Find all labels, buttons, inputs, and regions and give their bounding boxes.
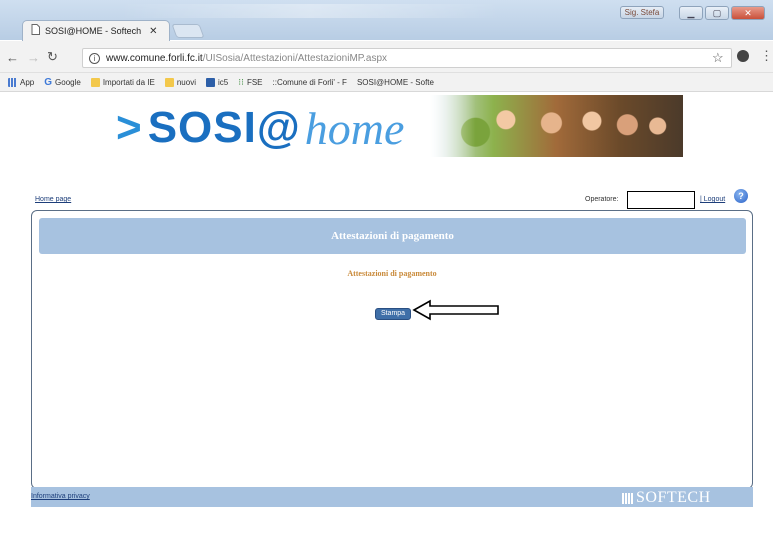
operator-label: Operatore:	[585, 196, 619, 203]
info-icon[interactable]: i	[89, 52, 100, 64]
maximize-icon[interactable]: ▢	[705, 6, 729, 20]
bookmark-comune[interactable]: ::Comune di Forli' - F	[0, 77, 347, 175]
bookmark-label: ic5	[217, 77, 229, 87]
address-bar[interactable]: i www.comune.forli.fc.it/UISosia/Attesta…	[82, 48, 732, 68]
main-panel: Attestazioni di pagamento Attestazioni d…	[31, 210, 753, 489]
pointer-arrow-icon	[412, 299, 499, 321]
bookmark-importati[interactable]: Importati da IE	[90, 77, 155, 87]
extension-icon[interactable]	[737, 50, 749, 62]
bookmark-app[interactable]: App	[8, 77, 35, 87]
bookmark-icon	[205, 77, 215, 87]
tab-close-icon[interactable]: ✕	[149, 26, 157, 37]
titlebar-glass	[120, 4, 500, 18]
home-page-link[interactable]: Home page	[35, 196, 71, 203]
logo-prefix: >	[116, 103, 142, 152]
softech-mark-icon	[622, 492, 633, 504]
window-controls: ▁ ▢ ✕	[679, 6, 765, 20]
apps-icon	[8, 77, 17, 87]
bookmark-ic5[interactable]: ic5	[205, 77, 229, 87]
bookmark-label: Importati da IE	[102, 77, 155, 87]
site-banner: > SOSI@ home	[108, 95, 683, 163]
url-path: /UISosia/Attestazioni/AttestazioniMP.asp…	[202, 52, 388, 64]
operator-name-box	[627, 191, 695, 209]
section-subtitle: Attestazioni di pagamento	[347, 269, 437, 278]
bookmark-fse[interactable]: ⁝⁝ FSE	[238, 77, 262, 88]
bookmark-sosi[interactable]: SOSI@HOME - Softe	[0, 77, 434, 175]
logo-home: home	[304, 102, 405, 154]
bookmark-label: nuovi	[176, 77, 196, 87]
logo-sosi: SOSI@	[147, 103, 301, 152]
browser-titlebar: SOSI@HOME - Softech ✕ Sig. Stefa ▁ ▢ ✕	[0, 0, 773, 41]
bookmark-label: ::Comune di Forli' - F	[272, 77, 347, 87]
bookmark-label: Google	[55, 77, 81, 87]
page-title: Attestazioni di pagamento	[331, 230, 454, 242]
panel-header: Attestazioni di pagamento	[39, 218, 746, 254]
bookmark-star-icon[interactable]: ☆	[712, 50, 724, 66]
privacy-link[interactable]: Informativa privacy	[31, 493, 90, 500]
folder-icon	[90, 77, 100, 87]
softech-logo: SOFTECH	[622, 489, 711, 507]
reload-icon[interactable]: ↻	[47, 49, 58, 65]
bookmark-nuovi[interactable]: nuovi	[164, 77, 196, 87]
back-icon[interactable]: ←	[6, 50, 19, 65]
folder-icon	[164, 77, 174, 87]
bookmark-label: SOSI@HOME - Softe	[356, 77, 434, 87]
print-button[interactable]: Stampa	[375, 308, 411, 320]
forward-icon[interactable]: →	[27, 50, 40, 65]
logout-link[interactable]: | Logout	[700, 196, 725, 203]
minimize-icon[interactable]: ▁	[679, 6, 703, 20]
profile-button[interactable]: Sig. Stefa	[620, 6, 664, 19]
new-tab-button[interactable]	[171, 24, 205, 38]
google-icon: G	[44, 76, 53, 88]
tab-title: SOSI@HOME - Softech	[45, 26, 142, 36]
sosi-home-logo: > SOSI@ home	[116, 97, 404, 159]
banner-photo	[430, 95, 683, 157]
url-host: www.comune.forli.fc.it	[106, 52, 203, 64]
help-icon[interactable]: ?	[734, 189, 748, 203]
url-text: www.comune.forli.fc.it/UISosia/Attestazi…	[106, 53, 387, 64]
fse-icon: ⁝⁝	[238, 76, 244, 87]
bookmark-label: FSE	[246, 77, 263, 87]
bookmark-google[interactable]: G Google	[44, 77, 81, 88]
bookmark-label: App	[20, 77, 35, 87]
browser-tab[interactable]: SOSI@HOME - Softech ✕	[22, 20, 170, 41]
bookmarks-bar: App G Google Importati da IE nuovi ic5 ⁝⁝…	[0, 73, 773, 175]
menu-icon[interactable]: ⋮	[760, 48, 773, 64]
softech-wordmark: SOFTECH	[636, 489, 711, 506]
close-window-icon[interactable]: ✕	[731, 6, 765, 20]
page-icon	[31, 22, 40, 40]
page-content: > SOSI@ home Home page Operatore: | Logo…	[0, 93, 773, 554]
